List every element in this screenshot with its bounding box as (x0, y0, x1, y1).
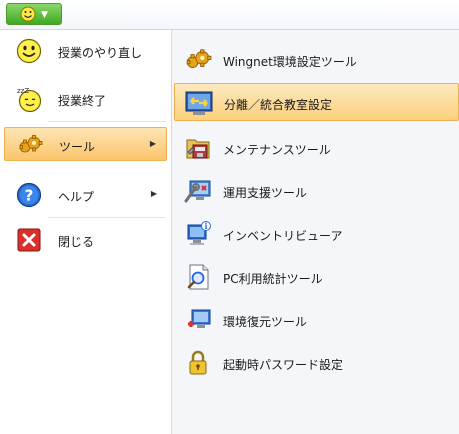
submenu-item-label: 環境復元ツール (223, 315, 308, 329)
submenu-item-label: 分離／統合教室設定 (224, 98, 333, 112)
submenu-item-label: Wingnet環境設定ツール (223, 55, 357, 69)
menu-item-close[interactable]: 閉じる (4, 223, 167, 257)
smiley-icon (16, 38, 42, 64)
puzzle-gear-icon (17, 132, 43, 158)
inventory-viewer-icon: i (184, 220, 212, 248)
menu-item-label: ヘルプ (58, 190, 95, 204)
chevron-down-icon: ▼ (41, 10, 48, 20)
submenu-item-startup-password[interactable]: 起動時パスワード設定 (174, 344, 459, 382)
close-icon (16, 227, 42, 253)
svg-text:zzZ: zzZ (17, 87, 29, 95)
submenu-item-label: 運用支援ツール (223, 186, 308, 200)
menu-item-tools[interactable]: ツール ▶ (4, 127, 167, 161)
maintenance-icon (184, 134, 212, 162)
menu-item-label: ツール (59, 140, 96, 154)
puzzle-gear-icon (184, 46, 212, 74)
submenu-item-support-tool[interactable]: 運用支援ツール (174, 172, 459, 210)
menu-item-label: 授業終了 (58, 94, 107, 108)
sleeping-smiley-icon: zzZ (16, 86, 42, 113)
main-menu: 授業のやり直し zzZ 授業終了 ツール ▶ ? ヘルプ ▶ 閉じる (0, 30, 172, 434)
menu-divider (48, 121, 166, 122)
submenu-item-maintenance[interactable]: メンテナンスツール (174, 129, 459, 167)
app-menu-button[interactable]: ▼ (6, 3, 62, 25)
menu-item-label: 閉じる (58, 235, 95, 249)
submenu-item-label: PC利用統計ツール (223, 272, 323, 286)
chevron-right-icon: ▶ (149, 139, 156, 148)
submenu-item-restore-tool[interactable]: 環境復元ツール (174, 301, 459, 339)
submenu-item-classroom-split[interactable]: 分離／統合教室設定 (174, 83, 459, 121)
toolbar: ▼ (0, 0, 459, 30)
submenu-item-label: インベントリビューア (223, 229, 343, 243)
submenu-item-inventory-viewer[interactable]: i インベントリビューア (174, 215, 459, 253)
submenu-item-wingnet-settings[interactable]: Wingnet環境設定ツール (174, 41, 459, 79)
support-tool-icon (184, 177, 212, 205)
submenu-item-label: 起動時パスワード設定 (223, 358, 344, 372)
padlock-icon (184, 349, 212, 377)
svg-text:?: ? (25, 187, 34, 205)
submenu-item-pc-usage-stats[interactable]: PC利用統計ツール (174, 258, 459, 296)
menu-item-restart-lesson[interactable]: 授業のやり直し (4, 34, 167, 68)
svg-text:i: i (204, 221, 207, 231)
menu-divider (48, 217, 166, 218)
submenu-item-label: メンテナンスツール (223, 143, 331, 157)
menu-item-help[interactable]: ? ヘルプ ▶ (4, 178, 167, 212)
smiley-icon (20, 6, 36, 25)
stats-search-icon (184, 263, 212, 291)
classroom-split-icon (185, 89, 213, 117)
tools-submenu: Wingnet環境設定ツール 分離／統合教室設定 メンテナンスツール 運用支援ツ… (172, 30, 459, 434)
menu-item-label: 授業のやり直し (58, 46, 143, 60)
chevron-right-icon: ▶ (150, 189, 157, 198)
help-icon: ? (16, 182, 42, 208)
menu-item-end-lesson[interactable]: zzZ 授業終了 (4, 82, 167, 116)
restore-icon (184, 306, 212, 334)
